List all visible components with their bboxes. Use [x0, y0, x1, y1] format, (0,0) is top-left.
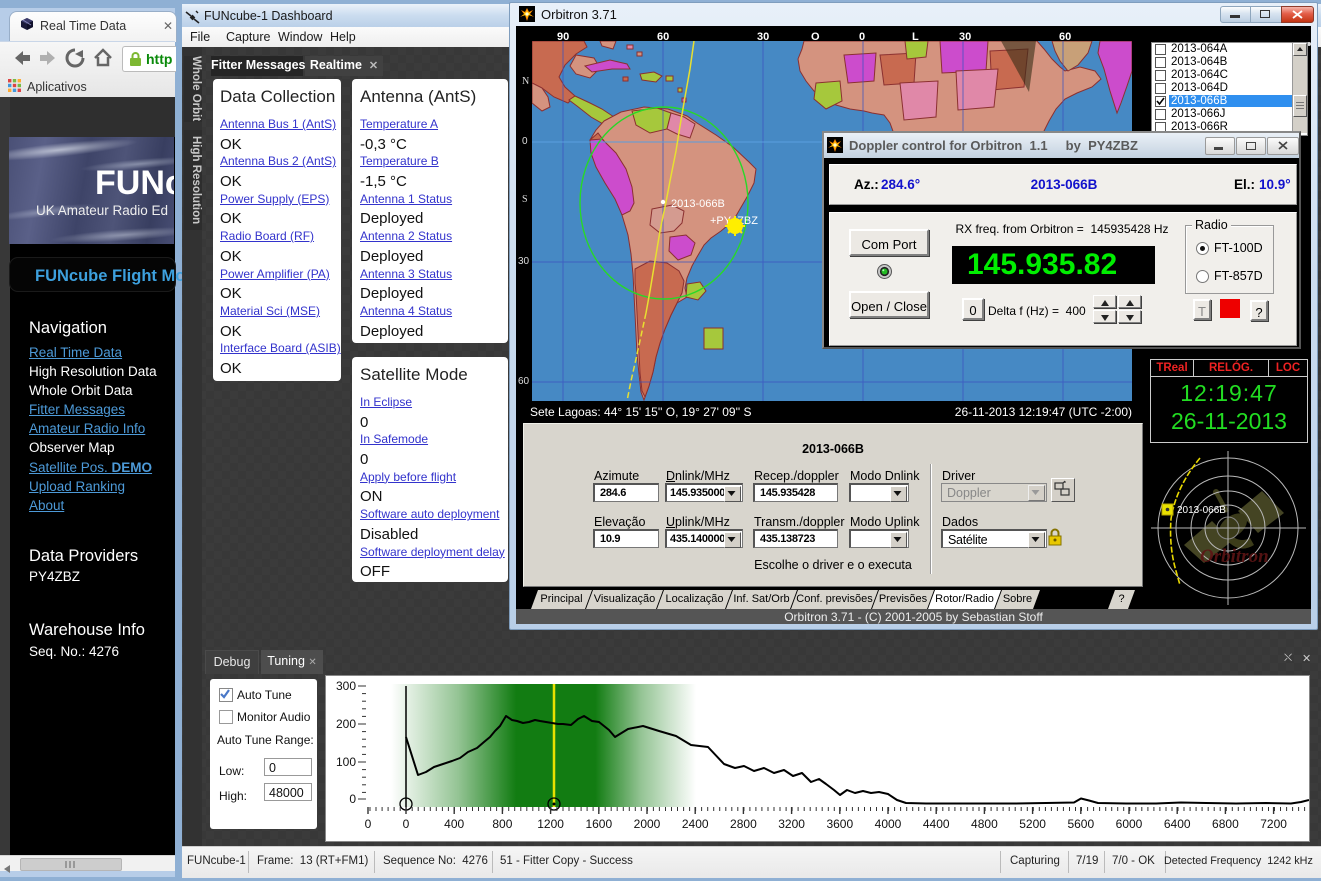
svg-text:7200: 7200	[1260, 817, 1287, 831]
svg-text:Orbitron: Orbitron	[1200, 546, 1269, 567]
svg-text:6000: 6000	[1116, 817, 1143, 831]
svg-text:5600: 5600	[1067, 817, 1094, 831]
svg-text:3600: 3600	[826, 817, 853, 831]
svg-text:5200: 5200	[1019, 817, 1046, 831]
svg-text:2000: 2000	[634, 817, 661, 831]
svg-text:2800: 2800	[730, 817, 757, 831]
svg-text:4000: 4000	[875, 817, 902, 831]
svg-text:4800: 4800	[971, 817, 998, 831]
svg-text:1200: 1200	[537, 817, 564, 831]
svg-text:2013-066B: 2013-066B	[1177, 505, 1226, 516]
svg-text:2013-066B: 2013-066B	[671, 198, 725, 210]
svg-text:1600: 1600	[585, 817, 612, 831]
svg-text:200: 200	[336, 717, 356, 731]
svg-text:6800: 6800	[1212, 817, 1239, 831]
svg-text:0: 0	[403, 817, 410, 831]
svg-text:2400: 2400	[682, 817, 709, 831]
svg-text:4400: 4400	[923, 817, 950, 831]
svg-text:6400: 6400	[1164, 817, 1191, 831]
svg-text:300: 300	[336, 679, 356, 693]
svg-text:800: 800	[492, 817, 512, 831]
svg-text:0: 0	[349, 792, 356, 806]
svg-text:0: 0	[365, 817, 372, 831]
svg-text:100: 100	[336, 755, 356, 769]
svg-text:3200: 3200	[778, 817, 805, 831]
svg-text:400: 400	[444, 817, 464, 831]
